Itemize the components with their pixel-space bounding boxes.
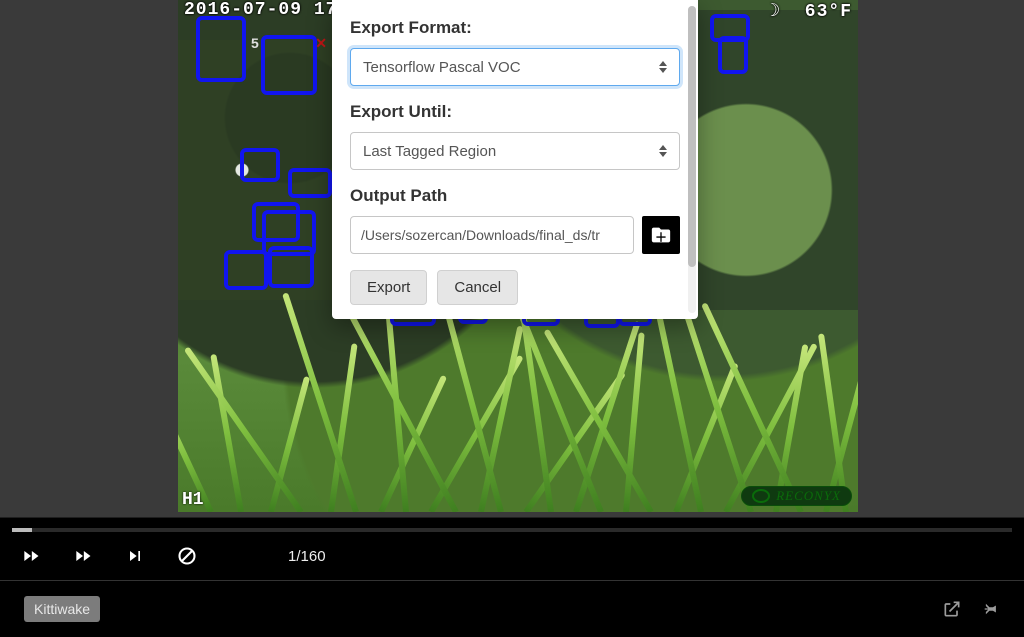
export-dialog: Export Format: Tensorflow Pascal VOC Exp… [332, 0, 698, 319]
weather-overlay: ☽ 63°F [763, 0, 858, 22]
next-fast-button[interactable] [72, 545, 94, 567]
prev-fast-button[interactable] [20, 545, 42, 567]
bbox-index-label: 5 [251, 35, 259, 51]
export-until-select[interactable]: Last Tagged Region [350, 132, 680, 170]
grass-blade [328, 343, 358, 512]
output-path-input[interactable] [350, 216, 634, 254]
tag-chip-kittiwake[interactable]: Kittiwake [24, 596, 100, 622]
export-format-value: Tensorflow Pascal VOC [363, 59, 521, 76]
bounding-box[interactable] [718, 36, 748, 74]
bounding-box[interactable] [288, 168, 332, 198]
scrub-progress [12, 528, 32, 532]
grass-blade [378, 375, 447, 512]
modal-scrollbar-thumb[interactable] [688, 6, 696, 267]
modal-scrollbar[interactable] [688, 6, 696, 313]
eye-icon [752, 489, 770, 503]
export-format-label: Export Format: [350, 18, 680, 38]
camera-id-overlay: H1 [182, 490, 204, 510]
reconyx-watermark: RECONYX [741, 486, 852, 506]
scrub-track[interactable] [12, 528, 1012, 532]
clear-button[interactable] [176, 545, 198, 567]
browse-folder-button[interactable]: ＋ [642, 216, 680, 254]
tag-bar: Kittiwake [0, 580, 1024, 637]
select-caret-icon [659, 144, 669, 158]
output-path-label: Output Path [350, 186, 680, 206]
select-caret-icon [659, 60, 669, 74]
bounding-box[interactable] [240, 148, 280, 182]
canvas-stage: 2016-07-09 17 ☽ 63°F H1 RECONYX 5 Export… [0, 0, 1024, 518]
export-until-value: Last Tagged Region [363, 143, 496, 160]
cancel-button[interactable]: Cancel [437, 270, 518, 305]
watermark-text: RECONYX [776, 488, 841, 504]
bounding-box[interactable] [196, 16, 246, 82]
step-next-button[interactable] [124, 545, 146, 567]
export-until-label: Export Until: [350, 102, 680, 122]
grass-blade [210, 354, 244, 512]
pin-icon[interactable] [980, 599, 1000, 619]
frame-counter: 1/160 [288, 548, 326, 565]
bounding-box[interactable]: 5 [261, 35, 317, 95]
export-format-select[interactable]: Tensorflow Pascal VOC [350, 48, 680, 86]
bounding-box[interactable] [224, 250, 268, 290]
plus-icon: ＋ [655, 228, 667, 245]
export-button[interactable]: Export [350, 270, 427, 305]
bounding-box[interactable] [268, 246, 314, 288]
share-icon[interactable] [942, 599, 962, 619]
transport-bar: 1/160 [0, 518, 1024, 580]
